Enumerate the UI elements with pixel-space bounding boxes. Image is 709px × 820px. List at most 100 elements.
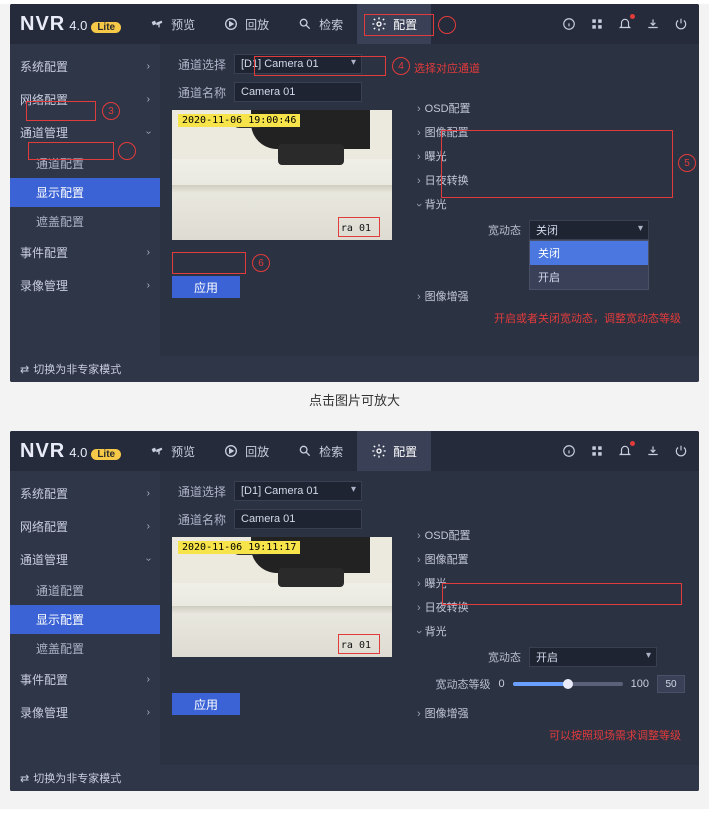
bell-icon[interactable] (617, 443, 633, 459)
sidebar-item-network[interactable]: 网络配置› (10, 510, 160, 543)
wdr-level-hint-text: 可以按照现场需求调整等级 (415, 727, 685, 743)
sidebar-item-channel[interactable]: 通道管理 › (10, 543, 160, 576)
wdr-select[interactable] (529, 647, 657, 667)
chevron-right-icon: › (147, 94, 150, 105)
channel-name-label: 通道名称 (172, 84, 226, 101)
footer-toggle-mode[interactable]: ⇄ 切换为非专家模式 (10, 765, 699, 791)
preview-timestamp: 2020-11-06 19:00:46 (178, 114, 300, 127)
playback-icon (223, 443, 239, 459)
group-label: 背光 (425, 199, 447, 211)
group-osd[interactable]: ›OSD配置 (415, 96, 685, 120)
info-icon[interactable] (561, 16, 577, 32)
chevron-right-icon: › (147, 247, 150, 258)
group-label: 背光 (425, 626, 447, 638)
group-daynight[interactable]: ›日夜转换 (415, 168, 685, 192)
sidebar-item-label: 通道管理 (20, 124, 68, 141)
chevron-right-icon: › (147, 488, 150, 499)
footer-toggle-mode[interactable]: ⇄ 切换为非专家模式 (10, 356, 699, 382)
tab-search[interactable]: 检索 (283, 4, 357, 44)
slider-value[interactable]: 50 (657, 675, 685, 693)
tab-playback[interactable]: 回放 (209, 431, 283, 471)
preview-timestamp: 2020-11-06 19:11:17 (178, 541, 300, 554)
title-icons (561, 16, 693, 32)
wdr-level-label: 宽动态等级 (435, 676, 491, 692)
sidebar-sub-mask-cfg[interactable]: 遮盖配置 (10, 207, 160, 236)
wdr-select[interactable] (529, 220, 649, 240)
video-preview: 2020-11-06 19:11:17 ra 01 (172, 537, 392, 657)
download-icon[interactable] (645, 443, 661, 459)
tab-playback[interactable]: 回放 (209, 4, 283, 44)
chevron-down-icon: › (143, 558, 154, 561)
group-exposure[interactable]: ›曝光 (415, 571, 685, 595)
group-backlight[interactable]: ›背光 (415, 619, 685, 643)
sidebar-item-label: 录像管理 (20, 277, 68, 294)
channel-name-input[interactable] (234, 509, 362, 529)
tab-preview[interactable]: 预览 (135, 4, 209, 44)
group-label: 图像增强 (425, 708, 469, 720)
group-label: 图像配置 (425, 127, 469, 139)
sidebar-item-system[interactable]: 系统配置› (10, 477, 160, 510)
sidebar-item-system[interactable]: 系统配置› (10, 50, 160, 83)
group-backlight[interactable]: ›背光 (415, 192, 685, 216)
wdr-option-on[interactable]: 开启 (530, 265, 648, 289)
screenshot-1: NVR 4.0 Lite 预览 回放 (10, 4, 699, 382)
tab-settings[interactable]: 配置 (357, 431, 431, 471)
download-icon[interactable] (645, 16, 661, 32)
sidebar-item-network[interactable]: 网络配置› (10, 83, 160, 116)
power-icon[interactable] (673, 443, 689, 459)
sidebar-item-label: 网络配置 (20, 518, 68, 535)
group-osd[interactable]: ›OSD配置 (415, 523, 685, 547)
title-icons (561, 443, 693, 459)
sidebar-sub-display-cfg[interactable]: 显示配置 (10, 605, 160, 634)
channel-select[interactable] (234, 481, 362, 501)
group-image-enhance[interactable]: ›图像增强 (415, 701, 685, 725)
sidebar-item-event[interactable]: 事件配置› (10, 663, 160, 696)
wdr-level-slider[interactable] (513, 682, 623, 686)
preview-camera-label: ra 01 (341, 640, 371, 651)
gear-icon (371, 443, 387, 459)
chevron-right-icon: › (147, 674, 150, 685)
channel-select[interactable] (234, 54, 362, 74)
sidebar-sub-channel-cfg[interactable]: 通道配置 (10, 149, 160, 178)
apply-button[interactable]: 应用 (172, 693, 240, 715)
brand-version: 4.0 (69, 445, 87, 460)
group-exposure[interactable]: ›曝光 (415, 144, 685, 168)
sidebar-item-record[interactable]: 录像管理› (10, 696, 160, 729)
chevron-right-icon: › (147, 280, 150, 291)
info-icon[interactable] (561, 443, 577, 459)
tab-search[interactable]: 检索 (283, 431, 357, 471)
sidebar-sub-channel-cfg[interactable]: 通道配置 (10, 576, 160, 605)
wdr-option-off[interactable]: 关闭 (530, 241, 648, 265)
sidebar: 系统配置› 网络配置› 通道管理› 通道配置 显示配置 遮盖配置 事件配置› 录… (10, 44, 160, 364)
grid-icon[interactable] (589, 16, 605, 32)
channel-name-input[interactable] (234, 82, 362, 102)
group-daynight[interactable]: ›日夜转换 (415, 595, 685, 619)
tab-settings-label: 配置 (393, 16, 417, 33)
image-settings-panel: ›OSD配置 ›图像配置 ›曝光 ›日夜转换 ›背光 宽动态 关闭 开启 (415, 96, 685, 326)
brand: NVR 4.0 Lite (16, 13, 121, 36)
bell-icon[interactable] (617, 16, 633, 32)
sidebar-sub-mask-cfg[interactable]: 遮盖配置 (10, 634, 160, 663)
group-label: 图像配置 (425, 554, 469, 566)
grid-icon[interactable] (589, 443, 605, 459)
brand-name: NVR (20, 440, 65, 463)
group-image[interactable]: ›图像配置 (415, 120, 685, 144)
sidebar-sub-display-cfg[interactable]: 显示配置 (10, 178, 160, 207)
sidebar-item-event[interactable]: 事件配置› (10, 236, 160, 269)
apply-button[interactable]: 应用 (172, 276, 240, 298)
wdr-dropdown[interactable]: 关闭 开启 (529, 220, 649, 240)
sidebar-item-record[interactable]: 录像管理 › (10, 269, 160, 302)
group-label: OSD配置 (425, 103, 471, 115)
power-icon[interactable] (673, 16, 689, 32)
video-preview: 2020-11-06 19:00:46 ra 01 (172, 110, 392, 240)
tab-preview[interactable]: 预览 (135, 431, 209, 471)
group-label: 日夜转换 (425, 175, 469, 187)
sidebar-item-channel[interactable]: 通道管理› (10, 116, 160, 149)
slider-knob[interactable] (563, 679, 573, 689)
sidebar-item-label: 通道管理 (20, 551, 68, 568)
top-tabs: 预览 回放 检索 配置 (135, 4, 431, 44)
slider-min: 0 (499, 678, 505, 690)
tab-settings[interactable]: 配置 (357, 4, 431, 44)
group-image[interactable]: ›图像配置 (415, 547, 685, 571)
brand-name: NVR (20, 13, 65, 36)
